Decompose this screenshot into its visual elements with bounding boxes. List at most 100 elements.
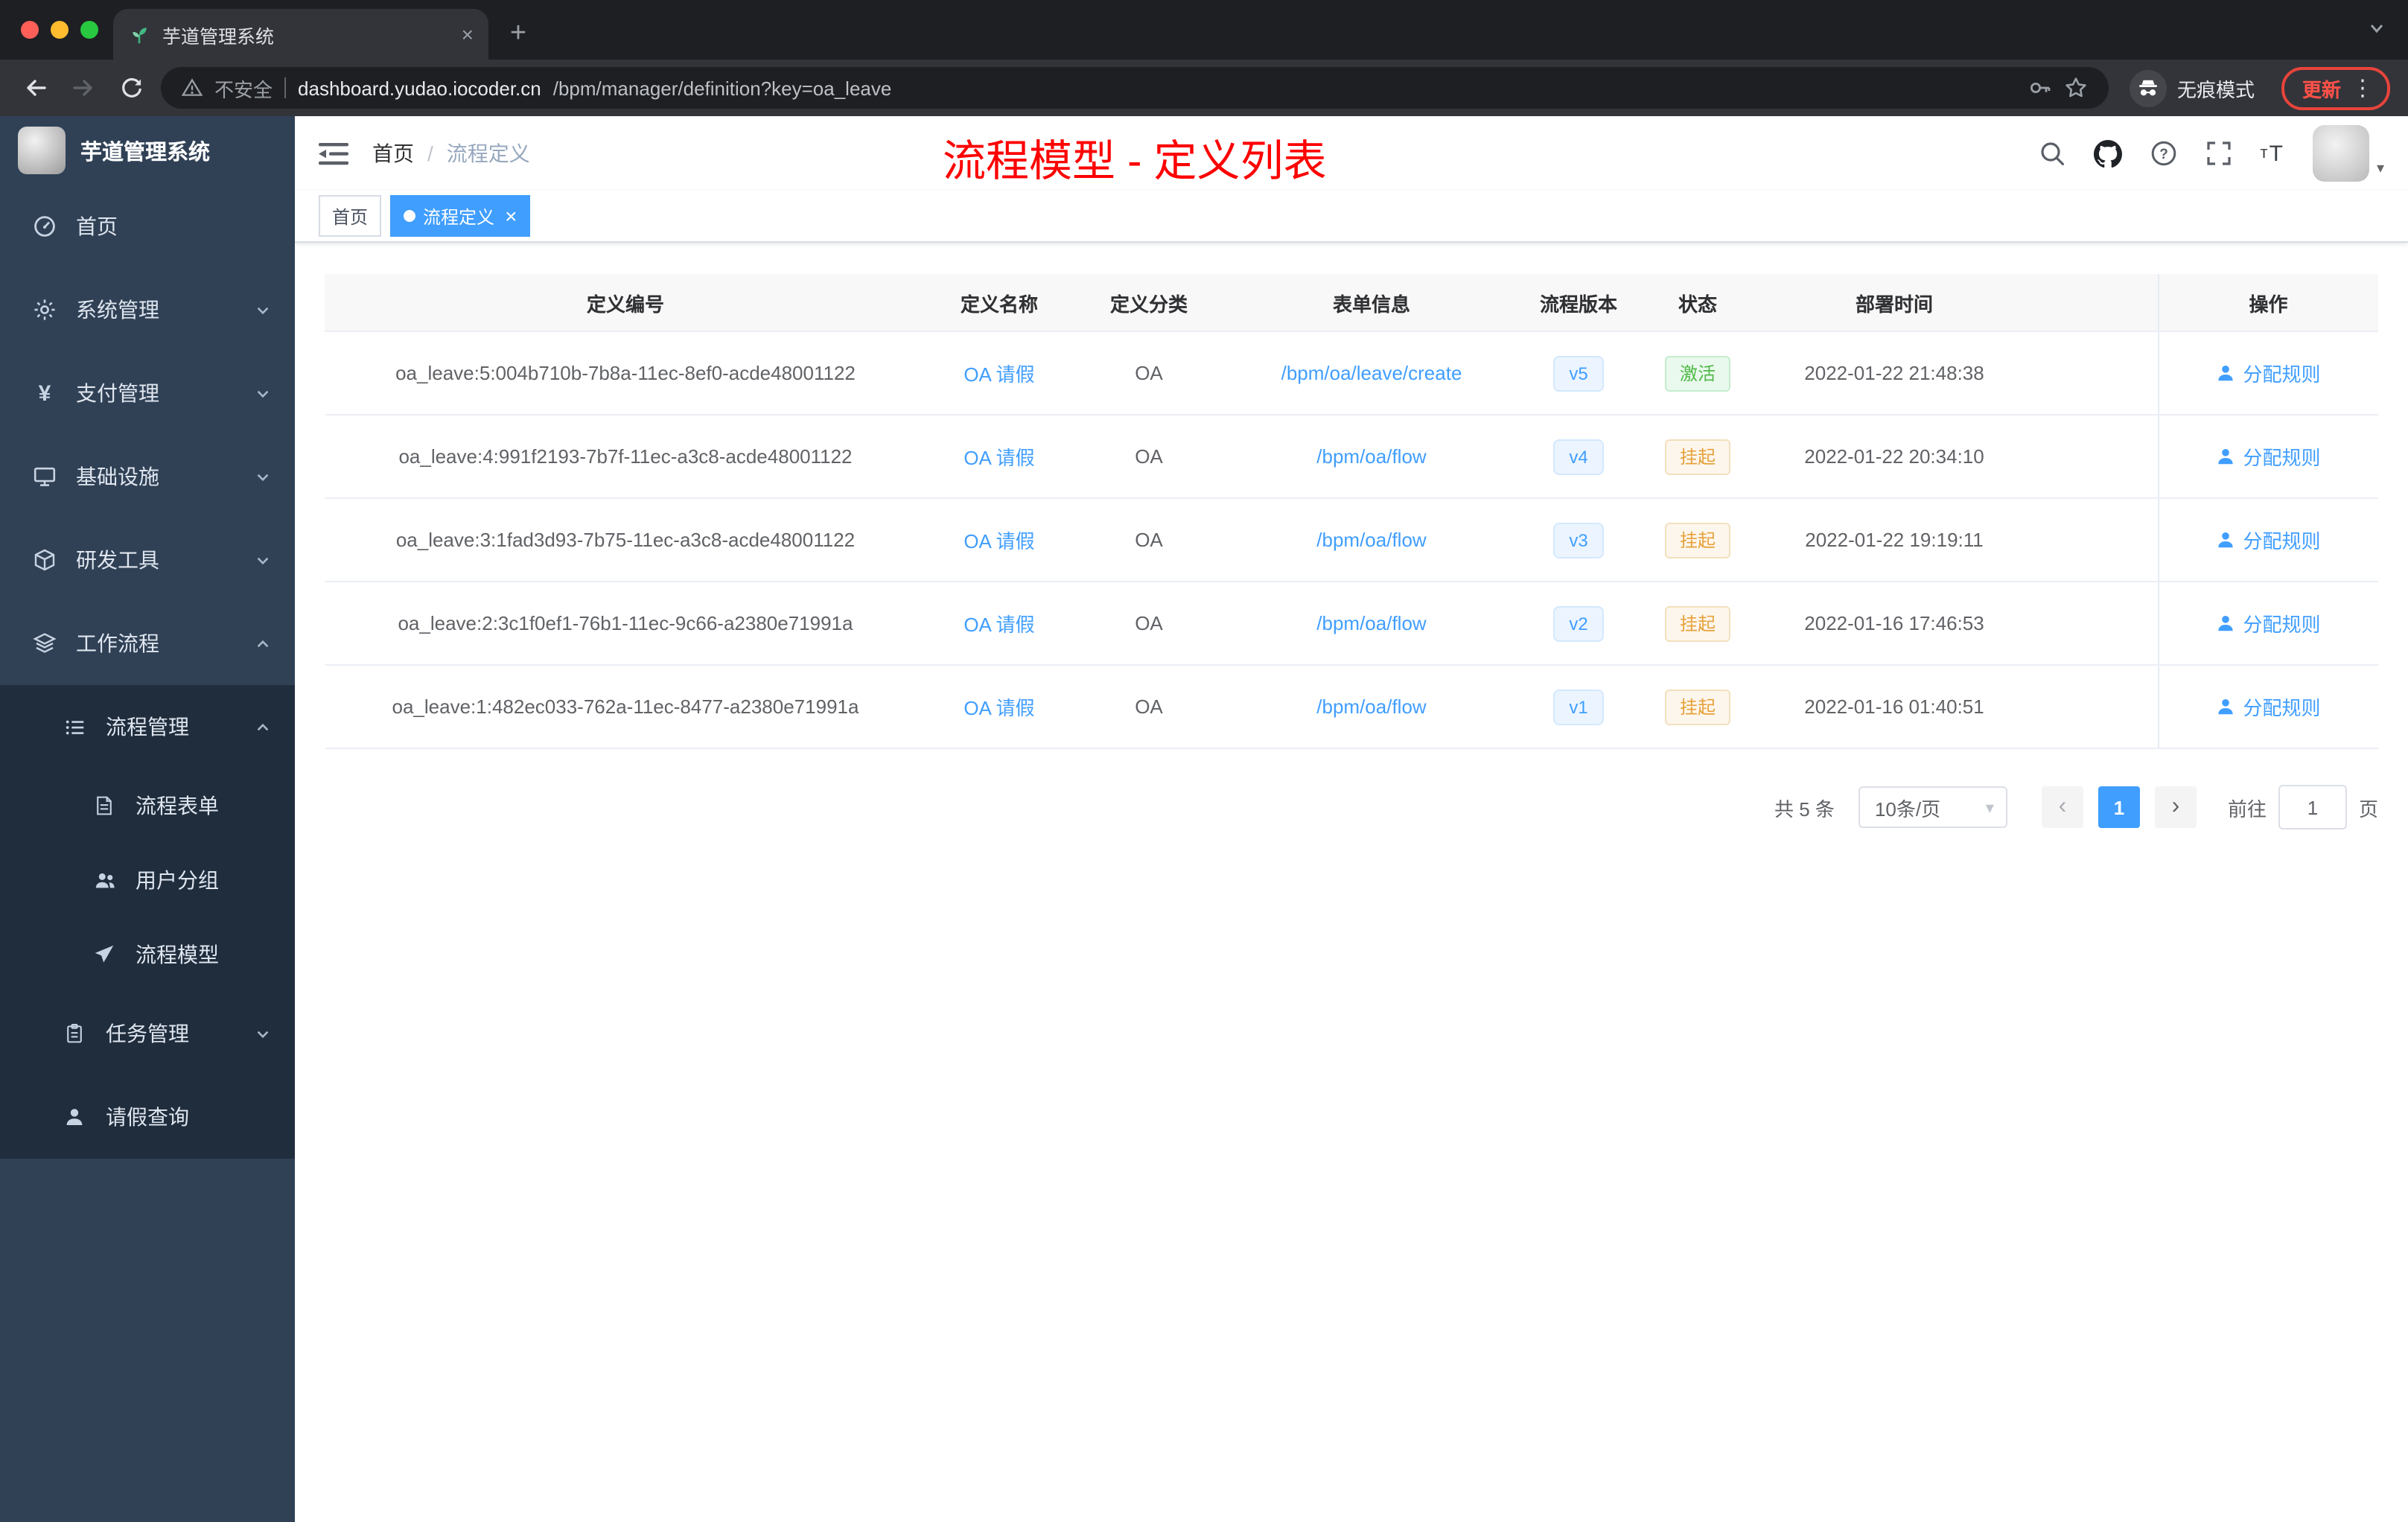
- reload-icon[interactable]: [113, 70, 149, 106]
- breadcrumb-home[interactable]: 首页: [372, 138, 414, 168]
- users-icon: [89, 869, 119, 891]
- browser-chrome: 芋道管理系统 × + 不安全 dashboard.yudao.iocoder.c…: [0, 0, 2408, 116]
- definition-name-link[interactable]: OA 请假: [963, 363, 1034, 386]
- cell-category: OA: [1072, 665, 1226, 749]
- document-icon: [89, 795, 119, 816]
- sidebar-item-label: 流程管理: [106, 715, 189, 739]
- assign-rule-label: 分配规则: [2243, 447, 2321, 469]
- cell-definition-id: oa_leave:3:1fad3d93-7b75-11ec-a3c8-acde4…: [325, 498, 926, 582]
- tab-close-icon[interactable]: ×: [462, 24, 474, 45]
- assign-rule-link[interactable]: 分配规则: [2216, 609, 2321, 637]
- chevron-down-icon: [255, 302, 271, 318]
- sidebar-item-leave-query[interactable]: 请假查询: [0, 1075, 295, 1159]
- sidebar-item-task-management[interactable]: 任务管理: [0, 992, 295, 1075]
- avatar[interactable]: [2312, 125, 2369, 182]
- definition-name-link[interactable]: OA 请假: [963, 614, 1034, 636]
- sidebar-item-process-form[interactable]: 流程表单: [0, 768, 295, 843]
- new-tab-button[interactable]: +: [497, 13, 539, 55]
- sidebar-item-devtools[interactable]: 研发工具: [0, 518, 295, 602]
- sidebar-item-label: 流程模型: [136, 943, 219, 967]
- incognito-label: 无痕模式: [2176, 78, 2255, 101]
- window-minimize-button[interactable]: [51, 21, 69, 39]
- chevron-down-icon: [255, 468, 271, 485]
- next-page-button[interactable]: ›: [2154, 786, 2197, 828]
- security-label[interactable]: 不安全: [214, 74, 273, 102]
- person-icon: [2216, 447, 2235, 466]
- assign-rule-link[interactable]: 分配规则: [2216, 442, 2321, 471]
- sidebar-item-home[interactable]: 首页: [0, 185, 295, 268]
- sidebar-item-process-management[interactable]: 流程管理: [0, 685, 295, 768]
- tab-title: 芋道管理系统: [162, 26, 275, 47]
- forward-icon[interactable]: [66, 70, 101, 106]
- browser-tab[interactable]: 芋道管理系统 ×: [113, 9, 488, 60]
- definition-name-link[interactable]: OA 请假: [963, 697, 1034, 719]
- bookmark-star-icon[interactable]: [2064, 76, 2088, 100]
- workflow-submenu: 流程管理 流程表单 用户分组 流程模型 任务管理 请假查询: [0, 685, 295, 1159]
- definition-name-link[interactable]: OA 请假: [963, 530, 1034, 553]
- password-key-icon[interactable]: [2028, 76, 2052, 100]
- column-filler: [2033, 274, 2158, 332]
- status-badge: 挂起: [1664, 605, 1730, 641]
- back-icon[interactable]: [18, 70, 54, 106]
- url-divider: [284, 77, 287, 98]
- sidebar-item-system[interactable]: 系统管理: [0, 268, 295, 351]
- person-icon: [2216, 363, 2235, 383]
- window-close-button[interactable]: [21, 21, 39, 39]
- clipboard-icon: [60, 1023, 89, 1044]
- definition-name-link[interactable]: OA 请假: [963, 447, 1034, 469]
- github-icon[interactable]: [2093, 139, 2122, 168]
- url-host: dashboard.yudao.iocoder.cn: [298, 77, 541, 99]
- form-info-link[interactable]: /bpm/oa/leave/create: [1281, 362, 1462, 384]
- prev-page-button[interactable]: ‹: [2041, 786, 2083, 828]
- sidebar-item-label: 研发工具: [76, 548, 159, 572]
- sidebar-item-label: 任务管理: [106, 1022, 189, 1045]
- chevron-up-icon: [255, 635, 271, 652]
- form-info-link[interactable]: /bpm/oa/flow: [1316, 612, 1426, 634]
- search-icon[interactable]: [2039, 140, 2065, 167]
- assign-rule-label: 分配规则: [2243, 697, 2321, 719]
- update-label[interactable]: 更新: [2302, 74, 2341, 102]
- hamburger-icon[interactable]: [319, 141, 348, 166]
- address-bar[interactable]: 不安全 dashboard.yudao.iocoder.cn /bpm/mana…: [161, 67, 2109, 109]
- tag-close-icon[interactable]: ×: [505, 206, 517, 226]
- column-definition-id: 定义编号: [325, 274, 926, 332]
- window-zoom-button[interactable]: [80, 21, 98, 39]
- assign-rule-label: 分配规则: [2243, 614, 2321, 636]
- chevron-up-icon: [255, 719, 271, 735]
- help-icon[interactable]: ?: [2150, 140, 2177, 167]
- browser-menu-icon[interactable]: ⋮: [2351, 77, 2374, 99]
- form-info-link[interactable]: /bpm/oa/flow: [1316, 445, 1426, 468]
- form-info-link[interactable]: /bpm/oa/flow: [1316, 529, 1426, 551]
- chevron-down-icon: [255, 1025, 271, 1042]
- table-row: oa_leave:2:3c1f0ef1-76b1-11ec-9c66-a2380…: [325, 582, 2378, 666]
- sidebar-item-payment[interactable]: ¥ 支付管理: [0, 351, 295, 435]
- assign-rule-label: 分配规则: [2243, 363, 2321, 386]
- page-size-select[interactable]: 10条/页 ▾: [1858, 786, 2007, 828]
- cell-category: OA: [1072, 582, 1226, 666]
- tag-process-definition[interactable]: 流程定义 ×: [390, 195, 531, 237]
- sidebar-logo: 芋道管理系统: [0, 116, 295, 185]
- user-menu[interactable]: ▾: [2312, 125, 2384, 182]
- breadcrumb: 首页 / 流程定义: [372, 138, 530, 168]
- assign-rule-link[interactable]: 分配规则: [2216, 526, 2321, 554]
- monitor-icon: [30, 465, 60, 488]
- cell-filler: [2033, 331, 2158, 415]
- fullscreen-icon[interactable]: [2205, 140, 2232, 167]
- assign-rule-link[interactable]: 分配规则: [2216, 359, 2321, 387]
- tag-home[interactable]: 首页: [319, 195, 382, 237]
- font-size-icon[interactable]: тT: [2261, 141, 2284, 166]
- sidebar-item-infrastructure[interactable]: 基础设施: [0, 435, 295, 518]
- update-chip[interactable]: 更新 ⋮: [2281, 66, 2390, 109]
- sidebar-item-workflow[interactable]: 工作流程: [0, 602, 295, 685]
- goto-page-input[interactable]: [2278, 785, 2347, 830]
- form-info-link[interactable]: /bpm/oa/flow: [1316, 695, 1426, 718]
- sidebar-item-user-group[interactable]: 用户分组: [0, 843, 295, 917]
- tab-list-chevron-icon[interactable]: [2366, 18, 2387, 39]
- definition-table: 定义编号 定义名称 定义分类 表单信息 流程版本 状态 部署时间 操作 oa_l…: [325, 274, 2378, 749]
- cell-deploy-time: 2022-01-22 20:34:10: [1756, 415, 2033, 499]
- sidebar-item-process-model[interactable]: 流程模型: [0, 917, 295, 992]
- sidebar-menu: 首页 系统管理 ¥ 支付管理 基础设施 研发工具 工作流程 流程管理 流程表单 …: [0, 185, 295, 1159]
- current-page-button[interactable]: 1: [2098, 786, 2140, 828]
- assign-rule-link[interactable]: 分配规则: [2216, 692, 2321, 721]
- cell-filler: [2033, 415, 2158, 499]
